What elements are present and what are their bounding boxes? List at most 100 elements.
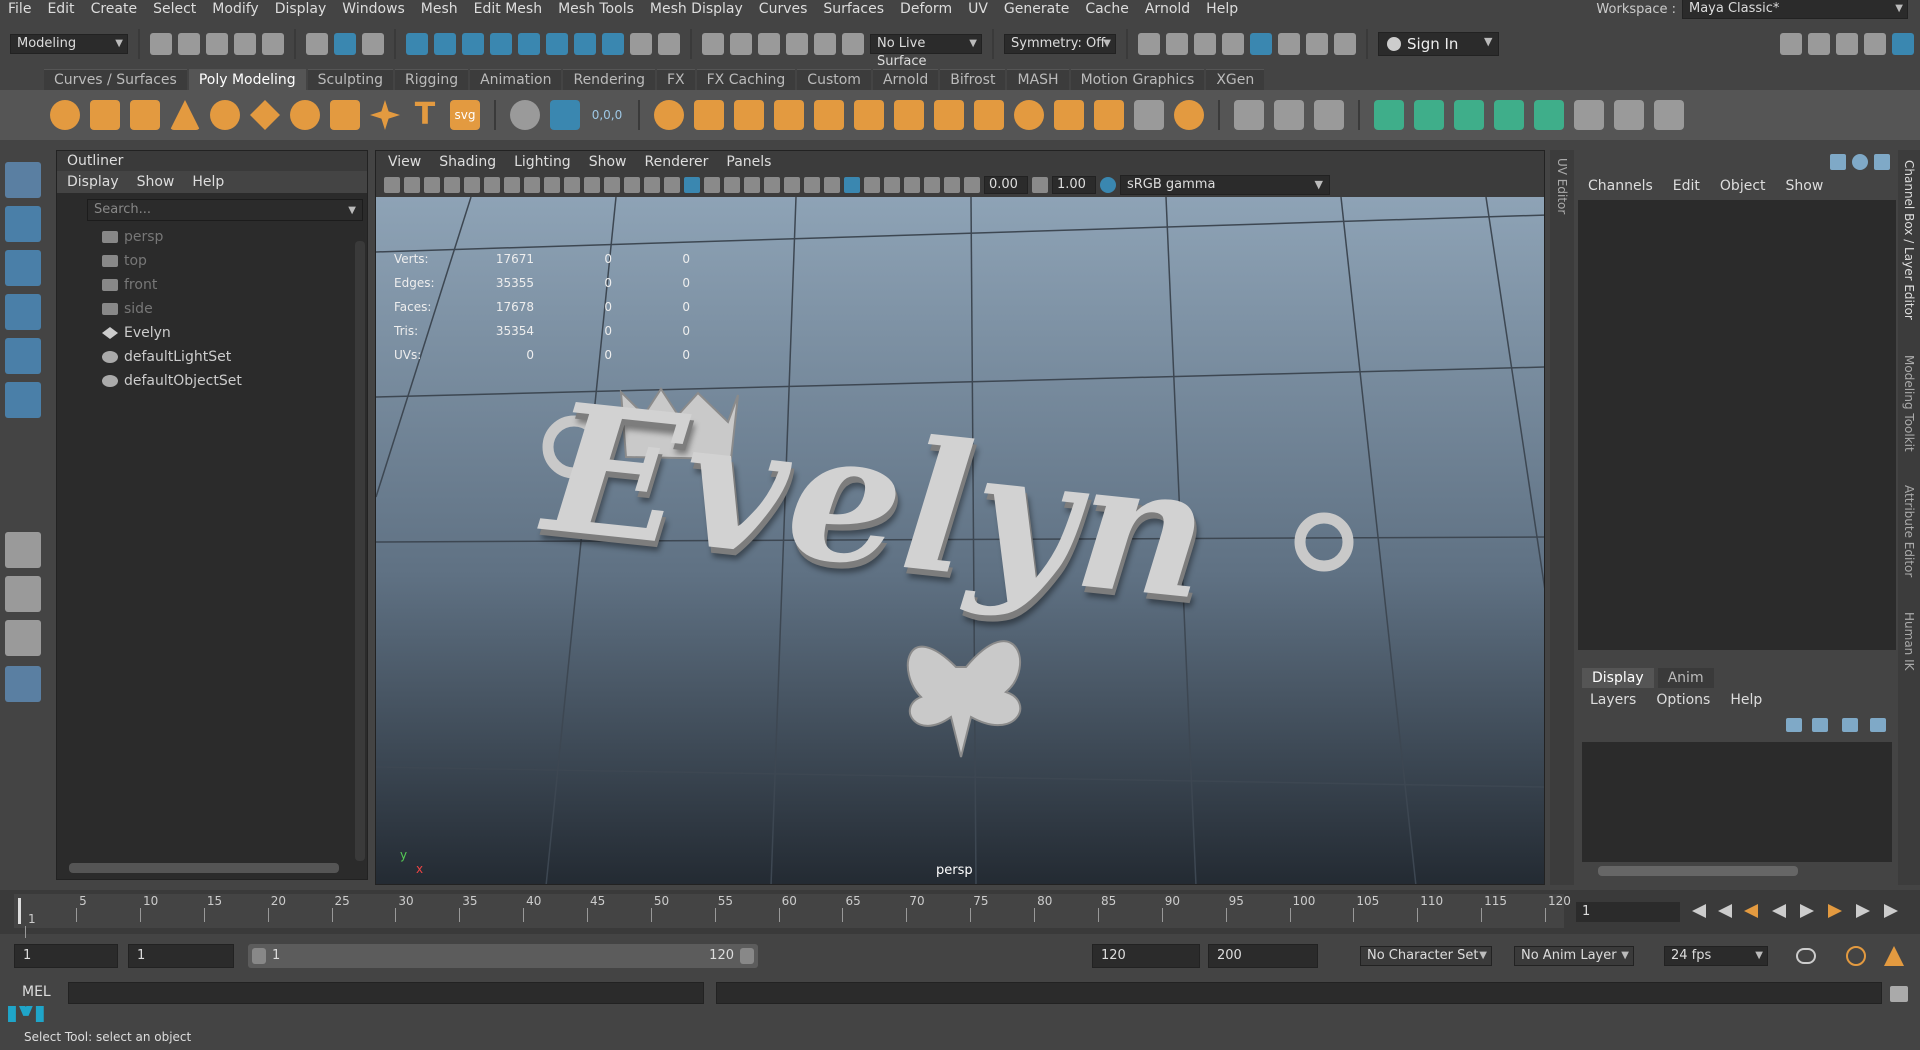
multi-cut-icon[interactable]	[1234, 100, 1264, 130]
2d-pan-icon[interactable]	[484, 177, 500, 193]
motion-blur-icon[interactable]	[824, 177, 840, 193]
camera-attributes-icon[interactable]	[384, 177, 400, 193]
smooth-icon[interactable]	[774, 100, 804, 130]
sign-in-button[interactable]: Sign In	[1378, 32, 1500, 56]
menu-curves[interactable]: Curves	[751, 0, 816, 18]
menu-file[interactable]: File	[0, 0, 39, 18]
center-pivot-icon[interactable]: 0,0,0	[590, 108, 624, 122]
shelf-tab-fx[interactable]: FX	[656, 69, 695, 90]
combine-icon[interactable]	[654, 100, 684, 130]
animation-end-field[interactable]: 200	[1208, 944, 1318, 968]
uv-editor-icon[interactable]	[1574, 100, 1604, 130]
new-scene-icon[interactable]	[150, 33, 172, 55]
uv-unfold-icon[interactable]	[1614, 100, 1644, 130]
view-transform-dropdown[interactable]: sRGB gamma	[1120, 175, 1330, 195]
auto-key-icon[interactable]	[1846, 946, 1866, 966]
construction-history-icon[interactable]	[730, 33, 752, 55]
menu-uv[interactable]: UV	[960, 0, 996, 18]
cb-menu-edit[interactable]: Edit	[1673, 178, 1700, 194]
shelf-tab-mash[interactable]: MASH	[1007, 69, 1069, 90]
outliner-item-side[interactable]: side	[57, 297, 367, 321]
cb-menu-show[interactable]: Show	[1786, 178, 1824, 194]
menu-mesh-tools[interactable]: Mesh Tools	[550, 0, 642, 18]
menu-surfaces[interactable]: Surfaces	[815, 0, 892, 18]
paint-select-tool-icon[interactable]	[5, 250, 41, 286]
exposure-field[interactable]: 0.00	[984, 176, 1028, 194]
shelf-tab-arnold[interactable]: Arnold	[872, 69, 939, 90]
layer-menu-help[interactable]: Help	[1730, 692, 1762, 708]
shelf-tab-sculpting[interactable]: Sculpting	[307, 69, 394, 90]
edit-icon[interactable]	[1874, 154, 1890, 170]
viewport-menu-renderer[interactable]: Renderer	[644, 154, 708, 170]
resolution-gate-icon[interactable]	[564, 177, 580, 193]
shelf-tab-xgen[interactable]: XGen	[1206, 69, 1265, 90]
bookmark-icon[interactable]	[444, 177, 460, 193]
outliner-menu-display[interactable]: Display	[67, 174, 119, 190]
playback-start-field[interactable]: 1	[128, 944, 234, 968]
wireframe-icon[interactable]	[664, 177, 680, 193]
refresh-icon[interactable]	[1852, 154, 1868, 170]
extract-icon[interactable]	[734, 100, 764, 130]
outliner-toggle-icon[interactable]	[1864, 33, 1886, 55]
soft-select-icon[interactable]	[658, 33, 680, 55]
rotate-tool-icon[interactable]	[5, 338, 41, 374]
layer-menu-layers[interactable]: Layers	[1590, 692, 1636, 708]
color-management-icon[interactable]	[1100, 177, 1116, 193]
snap-live-icon[interactable]	[546, 33, 568, 55]
shadows-icon[interactable]	[784, 177, 800, 193]
menu-generate[interactable]: Generate	[996, 0, 1077, 18]
output-ops-icon[interactable]	[786, 33, 808, 55]
uv-spherical-icon[interactable]	[1454, 100, 1484, 130]
layer-move-down-icon[interactable]	[1812, 718, 1828, 732]
default-material-icon[interactable]	[704, 177, 720, 193]
channel-box-tab-label[interactable]: Channel Box / Layer Editor	[1902, 160, 1916, 320]
script-editor-icon[interactable]	[1890, 986, 1908, 1002]
ipr-render-icon[interactable]	[1194, 33, 1216, 55]
rotate-history-icon[interactable]	[842, 33, 864, 55]
append-polygon-icon[interactable]	[1094, 100, 1124, 130]
new-layer-icon[interactable]	[1842, 718, 1858, 732]
render-setup-icon[interactable]	[1278, 33, 1300, 55]
poly-cube-icon[interactable]	[90, 100, 120, 130]
snap-vertex-icon[interactable]	[574, 33, 596, 55]
combine-pivot-icon[interactable]	[510, 100, 540, 130]
target-weld-icon[interactable]	[1174, 100, 1204, 130]
human-ik-tab-label[interactable]: Human IK	[1902, 612, 1916, 671]
menu-edit-mesh[interactable]: Edit Mesh	[466, 0, 550, 18]
shelf-tab-custom[interactable]: Custom	[797, 69, 871, 90]
scale-tool-icon[interactable]	[5, 382, 41, 418]
menu-edit[interactable]: Edit	[39, 0, 82, 18]
separate-icon[interactable]	[694, 100, 724, 130]
outliner-item-persp[interactable]: persp	[57, 225, 367, 249]
hypershade-icon[interactable]	[1250, 33, 1272, 55]
exposure-icon[interactable]	[964, 177, 980, 193]
image-plane-icon[interactable]	[464, 177, 480, 193]
poly-sphere-icon[interactable]	[50, 100, 80, 130]
viewport-menu-shading[interactable]: Shading	[439, 154, 496, 170]
snap-view-icon[interactable]	[490, 33, 512, 55]
snap-surface-icon[interactable]	[518, 33, 540, 55]
bool-union-icon[interactable]	[814, 100, 844, 130]
loop-icon[interactable]	[1796, 948, 1816, 964]
film-gate-icon[interactable]	[544, 177, 560, 193]
poly-disc-icon[interactable]	[290, 100, 320, 130]
poly-type-icon[interactable]: T	[410, 100, 440, 130]
uv-camera-icon[interactable]	[1534, 100, 1564, 130]
render-frame-icon[interactable]	[1166, 33, 1188, 55]
channel-box-area[interactable]	[1578, 200, 1896, 650]
light-editor-icon[interactable]	[1306, 33, 1328, 55]
shelf-tab-rendering[interactable]: Rendering	[563, 69, 655, 90]
select-component-icon[interactable]	[362, 33, 384, 55]
shelf-tab-bifrost[interactable]: Bifrost	[940, 69, 1006, 90]
symmetry-dropdown[interactable]: Symmetry: Off	[1004, 34, 1116, 54]
uv-cylindrical-icon[interactable]	[1414, 100, 1444, 130]
pause-icon[interactable]	[1334, 33, 1356, 55]
poly-cylinder-icon[interactable]	[130, 100, 160, 130]
fill-hole-icon[interactable]	[934, 100, 964, 130]
attribute-editor-icon[interactable]	[1808, 33, 1830, 55]
outliner-menu-help[interactable]: Help	[192, 174, 224, 190]
magnet-icon[interactable]	[814, 33, 836, 55]
xray-joints-icon[interactable]	[924, 177, 940, 193]
render-view-icon[interactable]	[1138, 33, 1160, 55]
mirror-icon[interactable]	[894, 100, 924, 130]
